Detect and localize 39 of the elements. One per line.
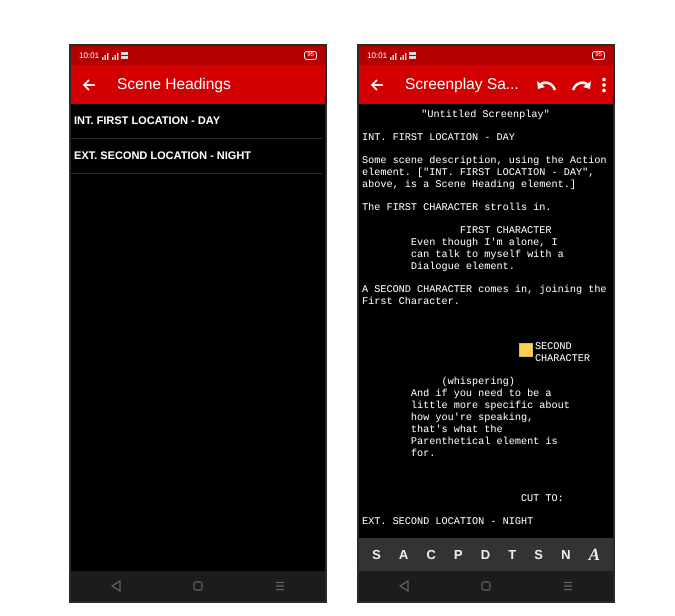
back-icon[interactable] bbox=[110, 580, 122, 592]
scene-heading: INT. FIRST LOCATION - DAY bbox=[362, 133, 516, 145]
element-key[interactable]: A bbox=[584, 542, 604, 566]
signal-icon bbox=[102, 52, 128, 60]
element-key[interactable]: D bbox=[476, 545, 494, 564]
menu-icon[interactable] bbox=[274, 580, 286, 592]
character-name: SECOND CHARACTER bbox=[534, 342, 590, 366]
element-key[interactable]: S bbox=[530, 545, 547, 564]
scene-heading: EXT. SECOND LOCATION - NIGHT bbox=[362, 517, 534, 529]
element-key[interactable]: A bbox=[394, 545, 412, 564]
note-icon[interactable] bbox=[518, 343, 533, 357]
element-key[interactable]: P bbox=[450, 545, 467, 564]
back-arrow-icon[interactable] bbox=[81, 76, 97, 92]
action-text: The FIRST CHARACTER strolls in. bbox=[362, 203, 553, 215]
app-title: Screenplay Sa... bbox=[405, 76, 520, 94]
element-key[interactable]: T bbox=[504, 545, 520, 564]
element-key[interactable]: C bbox=[422, 545, 440, 564]
screenplay-title: "Untitled Screenplay" bbox=[421, 110, 550, 122]
element-key[interactable]: N bbox=[557, 545, 574, 564]
back-icon[interactable] bbox=[398, 580, 410, 592]
back-arrow-icon[interactable] bbox=[369, 76, 385, 92]
clock-time: 10:01 bbox=[367, 51, 388, 60]
element-key[interactable]: S bbox=[368, 545, 385, 564]
scene-heading-item[interactable]: INT. FIRST LOCATION - DAY bbox=[71, 104, 322, 139]
character-name: FIRST CHARACTER bbox=[460, 226, 553, 238]
menu-icon[interactable] bbox=[562, 580, 574, 592]
more-options-icon[interactable] bbox=[601, 76, 607, 92]
signal-icon bbox=[390, 52, 416, 60]
dialogue-text: Even though I'm alone, I can talk to myself with a Dialogue element. bbox=[410, 238, 565, 274]
home-icon[interactable] bbox=[192, 580, 204, 592]
scene-heading-item[interactable]: EXT. SECOND LOCATION - NIGHT bbox=[71, 139, 322, 174]
app-title: Scene Headings bbox=[117, 76, 232, 94]
action-text: A SECOND CHARACTER comes in, joining the First Character. bbox=[362, 285, 608, 309]
dialogue-text: And if you need to be a little more specific about how you're speaking, that's what the Parenthetical element is for. bbox=[410, 389, 570, 461]
transition-text: CUT TO: bbox=[520, 494, 565, 506]
action-text: Some scene description, using the Action element. ["INT. FIRST LOCATION - DAY", above, is a Scene Heading element.] bbox=[362, 156, 608, 192]
home-icon[interactable] bbox=[480, 580, 492, 592]
parenthetical-text: (whispering) bbox=[441, 377, 516, 388]
clock-time: 10:01 bbox=[79, 51, 100, 60]
